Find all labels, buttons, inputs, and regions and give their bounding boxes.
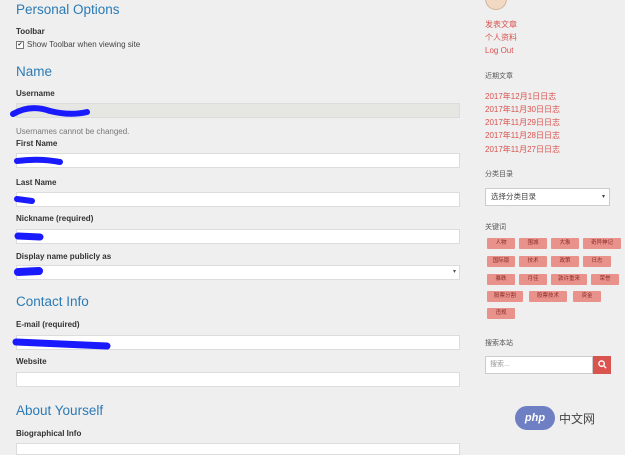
- tag-item[interactable]: 人物: [487, 238, 515, 249]
- chevron-down-icon: ▾: [452, 269, 456, 275]
- website-label: Website: [16, 357, 47, 366]
- tag-item[interactable]: 荣誉: [591, 274, 619, 285]
- tags-heading: 关键词: [485, 224, 506, 231]
- recent-post-link[interactable]: 2017年11月30日日志: [485, 104, 560, 115]
- first-name-label: First Name: [16, 139, 58, 148]
- sidebar-link-logout[interactable]: Log Out: [485, 46, 513, 55]
- toolbar-option[interactable]: ✔ Show Toolbar when viewing site: [16, 40, 140, 49]
- last-name-label: Last Name: [16, 178, 57, 187]
- recent-post-link[interactable]: 2017年12月1日日志: [485, 91, 556, 102]
- nickname-field[interactable]: [16, 229, 460, 244]
- search-icon: [597, 360, 607, 369]
- watermark-text: 中文网: [559, 411, 596, 426]
- toolbar-checkbox[interactable]: ✔: [16, 40, 24, 49]
- tag-item[interactable]: 资金: [573, 291, 601, 302]
- username-redaction: [10, 105, 90, 117]
- nickname-redaction: [14, 232, 44, 241]
- email-redaction: [12, 338, 111, 350]
- sidebar-link-new-post[interactable]: 发表文章: [485, 19, 517, 30]
- first-name-redaction: [14, 156, 63, 165]
- display-name-label: Display name publicly as: [16, 252, 112, 261]
- category-select[interactable]: 选择分类目录 ▾: [485, 188, 610, 206]
- bio-label: Biographical Info: [16, 429, 82, 438]
- email-label: E-mail (required): [16, 320, 80, 329]
- username-note: Usernames cannot be changed.: [16, 127, 130, 136]
- toolbar-checkbox-label: Show Toolbar when viewing site: [27, 40, 141, 49]
- tag-item[interactable]: 围城: [519, 238, 547, 249]
- search-input[interactable]: 搜索...: [485, 356, 593, 374]
- search-heading: 搜索本站: [485, 340, 513, 347]
- last-name-redaction: [14, 196, 35, 204]
- tag-item[interactable]: 敦许重来: [551, 274, 587, 285]
- tag-item[interactable]: 暴跌: [487, 274, 515, 285]
- tag-item[interactable]: 月佳: [519, 274, 547, 285]
- tag-item[interactable]: 奇异神记: [583, 238, 621, 249]
- toolbar-label: Toolbar: [16, 27, 45, 36]
- first-name-field[interactable]: [16, 153, 460, 168]
- search-button[interactable]: [593, 356, 611, 374]
- last-name-field[interactable]: [16, 192, 460, 207]
- display-name-redaction: [14, 267, 43, 276]
- section-personal-options: Personal Options: [16, 2, 120, 17]
- search-form: 搜索...: [485, 356, 611, 374]
- tag-item[interactable]: 技术: [519, 256, 547, 267]
- watermark-logo: php: [515, 406, 555, 430]
- avatar: [485, 0, 507, 10]
- recent-post-link[interactable]: 2017年11月28日日志: [485, 130, 560, 141]
- tag-item[interactable]: 大象: [551, 238, 579, 249]
- username-label: Username: [16, 89, 55, 98]
- tag-item[interactable]: 违规: [487, 308, 515, 319]
- nickname-label: Nickname (required): [16, 214, 94, 223]
- profile-form: Personal Options Toolbar ✔ Show Toolbar …: [0, 0, 470, 455]
- display-name-select[interactable]: ▾: [16, 265, 460, 280]
- category-select-value: 选择分类目录: [491, 192, 536, 201]
- tag-item[interactable]: 政策: [551, 256, 579, 267]
- section-contact-info: Contact Info: [16, 294, 89, 309]
- tag-item[interactable]: 日志: [583, 256, 611, 267]
- sidebar: 发表文章 个人资料 Log Out 近期文章 2017年12月1日日志 2017…: [478, 0, 625, 452]
- recent-post-link[interactable]: 2017年11月27日日志: [485, 144, 560, 155]
- category-heading: 分类目录: [485, 171, 513, 178]
- tag-item[interactable]: 股票技术: [529, 291, 567, 302]
- chevron-down-icon: ▾: [601, 194, 605, 200]
- sidebar-link-profile[interactable]: 个人资料: [485, 32, 517, 43]
- website-field[interactable]: [16, 372, 460, 387]
- bio-textarea[interactable]: [16, 443, 460, 455]
- tag-item[interactable]: 国际版: [487, 256, 515, 267]
- recent-post-link[interactable]: 2017年11月29日日志: [485, 117, 560, 128]
- recent-posts-heading: 近期文章: [485, 73, 513, 80]
- section-about-yourself: About Yourself: [16, 403, 104, 418]
- watermark: php 中文网: [515, 404, 621, 432]
- tag-item[interactable]: 股票分割: [487, 291, 523, 302]
- section-name: Name: [16, 64, 53, 79]
